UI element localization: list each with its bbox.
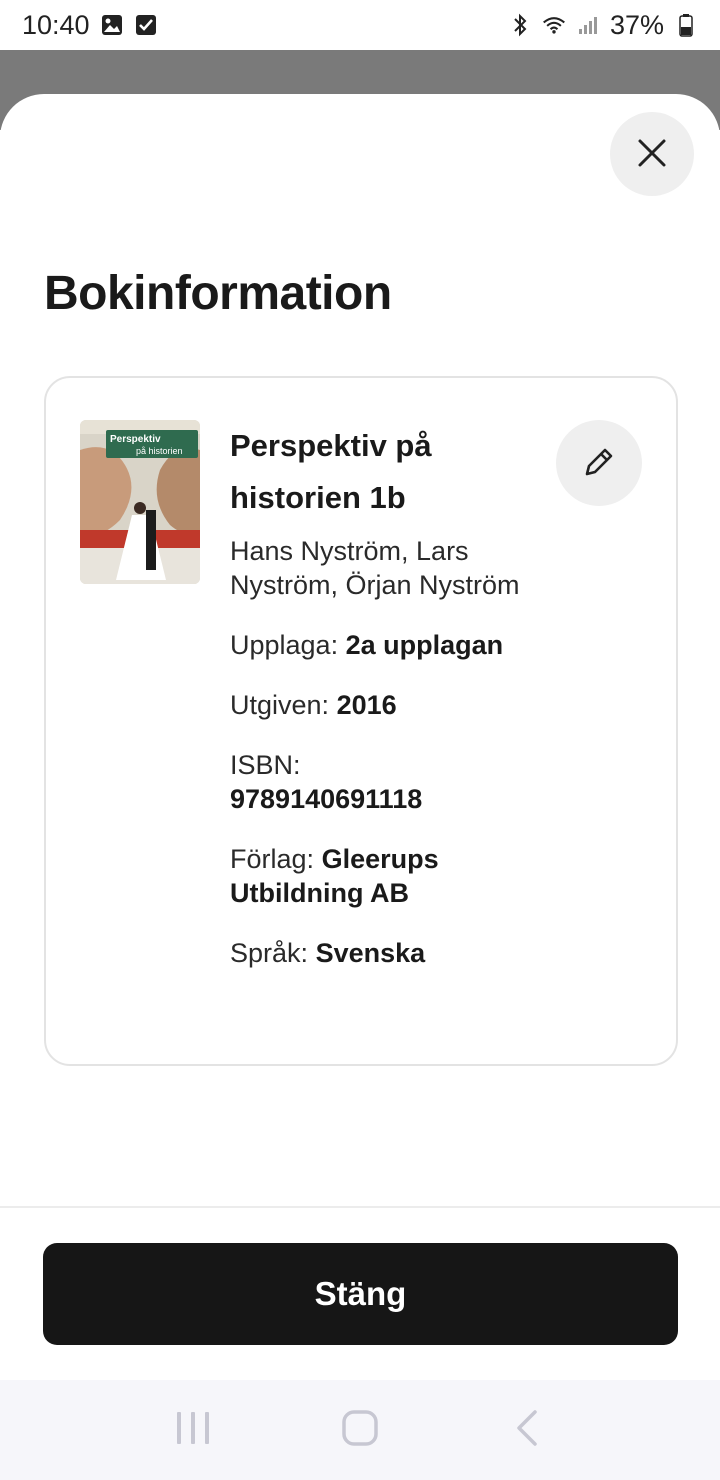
language-label: Språk: <box>230 938 309 968</box>
status-left: 10:40 <box>22 10 158 41</box>
language-field: Språk: Svenska <box>230 936 520 970</box>
book-info: Perspektiv på historien 1b Hans Nyström,… <box>230 420 520 970</box>
status-bar: 10:40 37% <box>0 0 720 50</box>
book-title: Perspektiv på historien 1b <box>230 428 432 515</box>
back-button[interactable] <box>497 1400 557 1460</box>
signal-icon <box>576 13 600 37</box>
battery-icon <box>674 13 698 37</box>
close-icon <box>637 138 667 171</box>
close-primary-button[interactable]: Stäng <box>43 1243 678 1345</box>
book-authors: Hans Nyström, Lars Nyström, Örjan Nyströ… <box>230 536 520 600</box>
book-info-sheet: Bokinformation Perspektiv på historien P… <box>0 94 720 1380</box>
isbn-label: ISBN: <box>230 750 301 780</box>
wifi-icon <box>542 13 566 37</box>
edition-label: Upplaga: <box>230 630 339 660</box>
gallery-icon <box>100 13 124 37</box>
home-icon <box>340 1408 380 1453</box>
home-button[interactable] <box>330 1400 390 1460</box>
edition-field: Upplaga: 2a upplagan <box>230 628 520 662</box>
book-card: Perspektiv på historien Perspektiv på hi… <box>44 376 678 1066</box>
system-nav-bar <box>0 1380 720 1480</box>
pencil-icon <box>581 444 617 483</box>
publisher-label: Förlag: <box>230 844 315 874</box>
status-right: 37% <box>508 10 698 41</box>
footer-divider <box>0 1206 720 1208</box>
recent-apps-button[interactable] <box>163 1400 223 1460</box>
back-icon <box>507 1408 547 1453</box>
svg-text:Perspektiv: Perspektiv <box>110 434 161 445</box>
book-cover: Perspektiv på historien <box>80 420 200 584</box>
published-value: 2016 <box>336 690 397 720</box>
status-time: 10:40 <box>22 9 90 40</box>
svg-text:på historien: på historien <box>136 446 183 456</box>
published-field: Utgiven: 2016 <box>230 688 520 722</box>
edition-value: 2a upplagan <box>345 630 504 660</box>
isbn-value: 9789140691118 <box>230 784 423 814</box>
isbn-field: ISBN: 9789140691118 <box>230 748 520 816</box>
checkbox-icon <box>134 13 158 37</box>
battery-percent: 37% <box>609 9 664 40</box>
bluetooth-icon <box>508 13 532 37</box>
publisher-field: Förlag: Gleerups Utbildning AB <box>230 842 520 910</box>
published-label: Utgiven: <box>230 690 330 720</box>
language-value: Svenska <box>315 938 426 968</box>
recent-apps-icon <box>173 1408 213 1453</box>
edit-button[interactable] <box>556 420 642 506</box>
close-button[interactable] <box>610 112 694 196</box>
page-title: Bokinformation <box>44 267 392 320</box>
